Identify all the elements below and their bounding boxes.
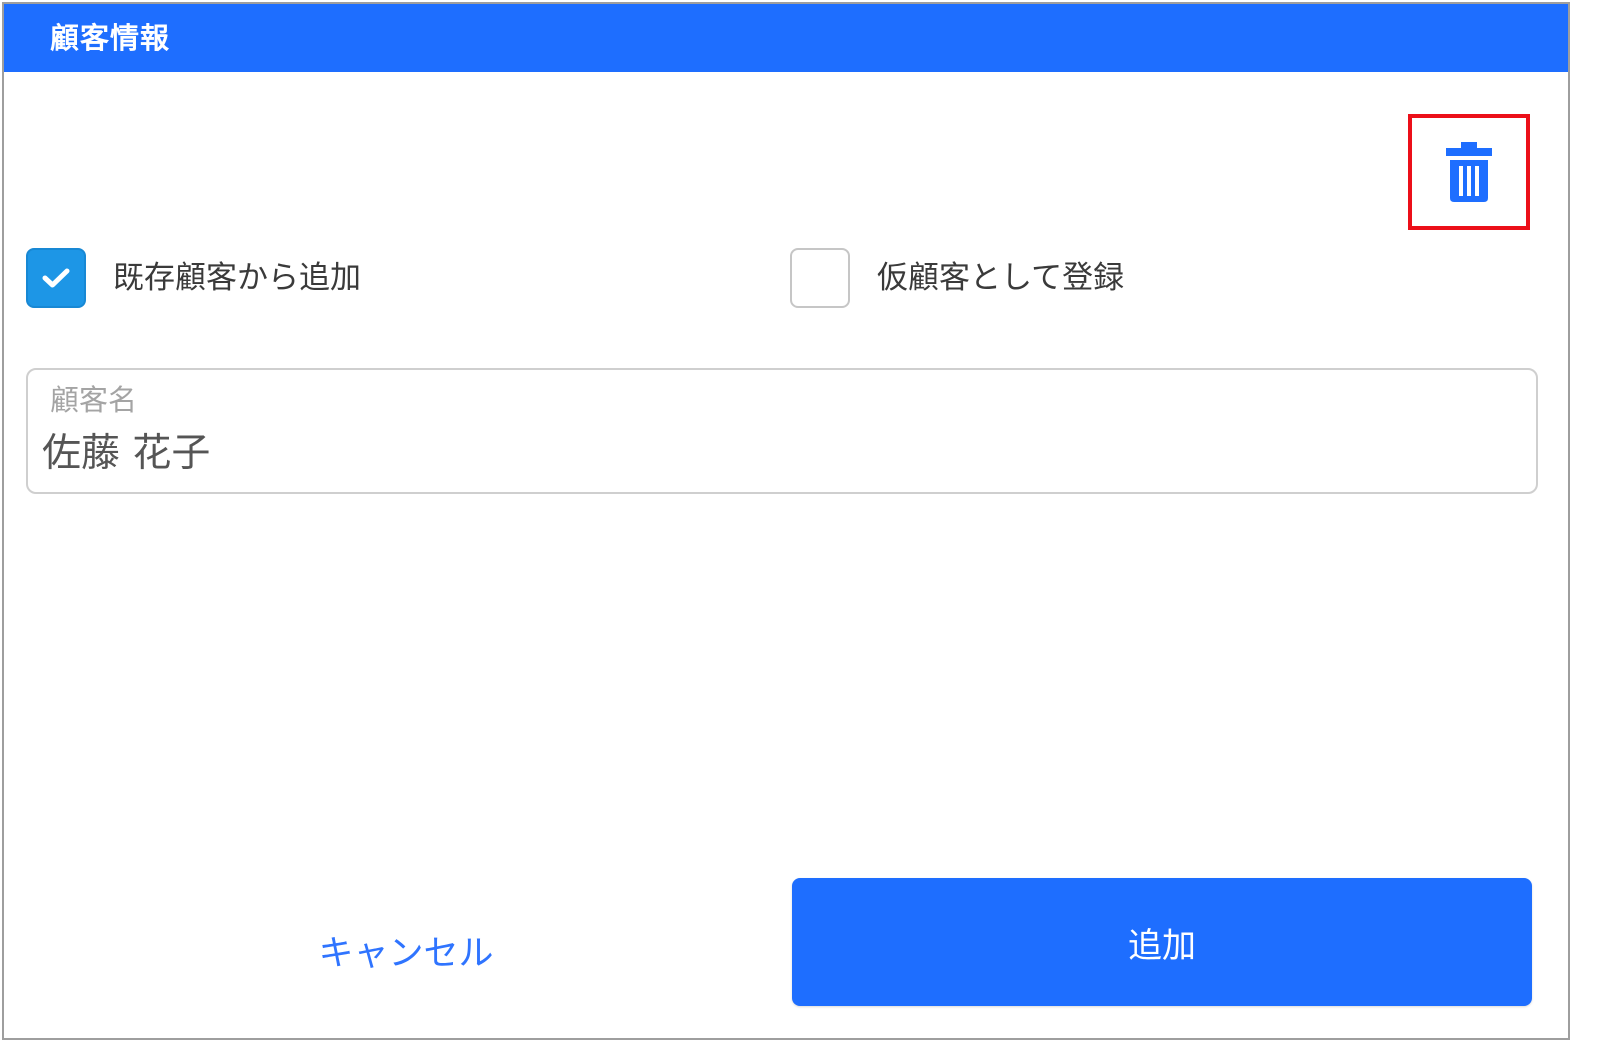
temporary-customer-option[interactable]: 仮顧客として登録	[790, 248, 1124, 308]
trash-icon	[1446, 142, 1492, 202]
customer-info-dialog: 顧客情報 既存顧客から追加 仮顧客として登録 顧客名 佐藤 花子 キャンセル 追…	[2, 2, 1570, 1040]
existing-customer-option[interactable]: 既存顧客から追加	[26, 248, 361, 308]
temporary-customer-label: 仮顧客として登録	[877, 260, 1125, 296]
delete-button[interactable]	[1408, 114, 1530, 230]
customer-name-label: 顧客名	[50, 383, 138, 417]
cancel-button[interactable]: キャンセル	[216, 920, 596, 980]
existing-customer-checkbox[interactable]	[26, 248, 86, 308]
checkmark-icon	[42, 268, 70, 288]
temporary-customer-checkbox[interactable]	[790, 248, 850, 308]
customer-name-value[interactable]: 佐藤 花子	[42, 430, 210, 478]
dialog-header: 顧客情報	[4, 4, 1568, 72]
add-button[interactable]: 追加	[792, 878, 1532, 1006]
existing-customer-label: 既存顧客から追加	[113, 260, 361, 296]
customer-name-field[interactable]: 顧客名 佐藤 花子	[26, 368, 1538, 494]
dialog-title: 顧客情報	[50, 21, 171, 55]
